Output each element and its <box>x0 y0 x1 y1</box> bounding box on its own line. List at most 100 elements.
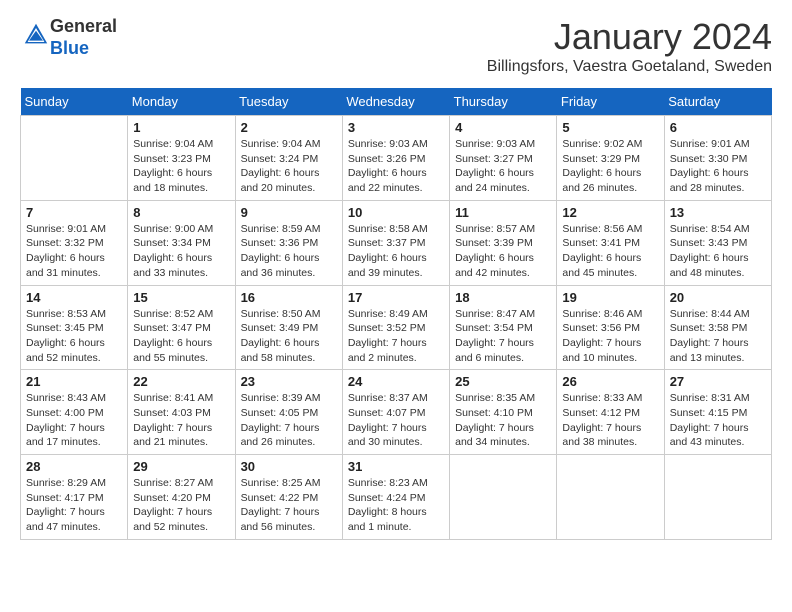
calendar-cell: 20Sunrise: 8:44 AMSunset: 3:58 PMDayligh… <box>664 285 771 370</box>
calendar-cell: 6Sunrise: 9:01 AMSunset: 3:30 PMDaylight… <box>664 116 771 201</box>
day-info: Sunrise: 8:41 AMSunset: 4:03 PMDaylight:… <box>133 391 229 450</box>
calendar-cell: 3 Sunrise: 9:03 AMSunset: 3:26 PMDaylight… <box>342 116 449 201</box>
day-info: Sunrise: 8:27 AMSunset: 4:20 PMDaylight:… <box>133 476 229 535</box>
day-info: Sunrise: 8:54 AMSunset: 3:43 PMDaylight:… <box>670 222 766 281</box>
day-info: Sunrise: 9:04 AMSunset: 3:23 PMDaylight:… <box>133 137 229 196</box>
calendar-cell: 4 Sunrise: 9:03 AMSunset: 3:27 PMDaylight… <box>450 116 557 201</box>
logo: General Blue <box>20 16 117 59</box>
month-title: January 2024 <box>487 16 772 58</box>
calendar-cell: 14 Sunrise: 8:53 AMSunset: 3:45 PMDayligh… <box>21 285 128 370</box>
day-number: 1 <box>133 120 229 135</box>
calendar-cell: 19 Sunrise: 8:46 AMSunset: 3:56 PMDayligh… <box>557 285 664 370</box>
calendar-cell: 21 Sunrise: 8:43 AMSunset: 4:00 PMDayligh… <box>21 370 128 455</box>
day-number: 4 <box>455 120 551 135</box>
day-info: Sunrise: 8:57 AMSunset: 3:39 PMDaylight:… <box>455 222 551 281</box>
day-number: 18 <box>455 290 551 305</box>
day-number: 29 <box>133 459 229 474</box>
day-number: 14 <box>26 290 122 305</box>
day-number: 28 <box>26 459 122 474</box>
day-info: Sunrise: 8:50 AMSunset: 3:49 PMDaylight:… <box>241 307 337 366</box>
calendar-cell: 16Sunrise: 8:50 AMSunset: 3:49 PMDayligh… <box>235 285 342 370</box>
day-number: 5 <box>562 120 658 135</box>
logo-icon <box>22 21 50 49</box>
calendar-cell: 13 Sunrise: 8:54 AMSunset: 3:43 PMDayligh… <box>664 200 771 285</box>
calendar-cell: 17Sunrise: 8:49 AMSunset: 3:52 PMDayligh… <box>342 285 449 370</box>
day-info: Sunrise: 8:58 AMSunset: 3:37 PMDaylight:… <box>348 222 444 281</box>
day-number: 12 <box>562 205 658 220</box>
day-info: Sunrise: 8:59 AMSunset: 3:36 PMDaylight:… <box>241 222 337 281</box>
day-number: 23 <box>241 374 337 389</box>
calendar-cell: 25Sunrise: 8:35 AMSunset: 4:10 PMDayligh… <box>450 370 557 455</box>
calendar-cell: 26 Sunrise: 8:33 AMSunset: 4:12 PMDayligh… <box>557 370 664 455</box>
day-number: 21 <box>26 374 122 389</box>
calendar-cell: 23 Sunrise: 8:39 AMSunset: 4:05 PMDayligh… <box>235 370 342 455</box>
day-number: 13 <box>670 205 766 220</box>
day-info: Sunrise: 8:43 AMSunset: 4:00 PMDaylight:… <box>26 391 122 450</box>
calendar-cell: 5 Sunrise: 9:02 AMSunset: 3:29 PMDaylight… <box>557 116 664 201</box>
day-info: Sunrise: 8:52 AMSunset: 3:47 PMDaylight:… <box>133 307 229 366</box>
calendar-cell: 7Sunrise: 9:01 AMSunset: 3:32 PMDaylight… <box>21 200 128 285</box>
day-info: Sunrise: 8:49 AMSunset: 3:52 PMDaylight:… <box>348 307 444 366</box>
day-header-friday: Friday <box>557 88 664 116</box>
calendar-cell: 28 Sunrise: 8:29 AMSunset: 4:17 PMDayligh… <box>21 455 128 540</box>
day-info: Sunrise: 8:46 AMSunset: 3:56 PMDaylight:… <box>562 307 658 366</box>
day-info: Sunrise: 8:23 AMSunset: 4:24 PMDaylight:… <box>348 476 444 535</box>
calendar-cell: 8 Sunrise: 9:00 AMSunset: 3:34 PMDaylight… <box>128 200 235 285</box>
day-info: Sunrise: 8:39 AMSunset: 4:05 PMDaylight:… <box>241 391 337 450</box>
day-header-tuesday: Tuesday <box>235 88 342 116</box>
day-number: 26 <box>562 374 658 389</box>
day-header-sunday: Sunday <box>21 88 128 116</box>
week-row-2: 7Sunrise: 9:01 AMSunset: 3:32 PMDaylight… <box>21 200 772 285</box>
day-number: 10 <box>348 205 444 220</box>
week-row-1: 1 Sunrise: 9:04 AMSunset: 3:23 PMDaylight… <box>21 116 772 201</box>
day-info: Sunrise: 9:01 AMSunset: 3:32 PMDaylight:… <box>26 222 122 281</box>
calendar-cell <box>450 455 557 540</box>
day-number: 8 <box>133 205 229 220</box>
calendar-cell: 18Sunrise: 8:47 AMSunset: 3:54 PMDayligh… <box>450 285 557 370</box>
calendar-cell: 9 Sunrise: 8:59 AMSunset: 3:36 PMDaylight… <box>235 200 342 285</box>
day-number: 24 <box>348 374 444 389</box>
day-info: Sunrise: 8:37 AMSunset: 4:07 PMDaylight:… <box>348 391 444 450</box>
calendar-cell: 12 Sunrise: 8:56 AMSunset: 3:41 PMDayligh… <box>557 200 664 285</box>
day-number: 6 <box>670 120 766 135</box>
calendar-cell: 27Sunrise: 8:31 AMSunset: 4:15 PMDayligh… <box>664 370 771 455</box>
day-info: Sunrise: 9:03 AMSunset: 3:26 PMDaylight:… <box>348 137 444 196</box>
calendar-body: 1 Sunrise: 9:04 AMSunset: 3:23 PMDaylight… <box>21 116 772 540</box>
calendar-cell: 10 Sunrise: 8:58 AMSunset: 3:37 PMDayligh… <box>342 200 449 285</box>
day-number: 15 <box>133 290 229 305</box>
day-number: 31 <box>348 459 444 474</box>
day-info: Sunrise: 9:00 AMSunset: 3:34 PMDaylight:… <box>133 222 229 281</box>
calendar-cell: 31 Sunrise: 8:23 AMSunset: 4:24 PMDayligh… <box>342 455 449 540</box>
day-info: Sunrise: 8:56 AMSunset: 3:41 PMDaylight:… <box>562 222 658 281</box>
day-number: 3 <box>348 120 444 135</box>
calendar-cell: 11 Sunrise: 8:57 AMSunset: 3:39 PMDayligh… <box>450 200 557 285</box>
calendar-cell: 29 Sunrise: 8:27 AMSunset: 4:20 PMDayligh… <box>128 455 235 540</box>
calendar-cell: 30Sunrise: 8:25 AMSunset: 4:22 PMDayligh… <box>235 455 342 540</box>
location-title: Billingsfors, Vaestra Goetaland, Sweden <box>487 58 772 76</box>
day-info: Sunrise: 8:33 AMSunset: 4:12 PMDaylight:… <box>562 391 658 450</box>
calendar-cell <box>21 116 128 201</box>
day-info: Sunrise: 9:03 AMSunset: 3:27 PMDaylight:… <box>455 137 551 196</box>
day-number: 2 <box>241 120 337 135</box>
calendar-cell: 24 Sunrise: 8:37 AMSunset: 4:07 PMDayligh… <box>342 370 449 455</box>
day-number: 9 <box>241 205 337 220</box>
calendar-header: SundayMondayTuesdayWednesdayThursdayFrid… <box>21 88 772 116</box>
day-info: Sunrise: 8:53 AMSunset: 3:45 PMDaylight:… <box>26 307 122 366</box>
title-block: January 2024 Billingsfors, Vaestra Goeta… <box>487 16 772 76</box>
week-row-4: 21 Sunrise: 8:43 AMSunset: 4:00 PMDayligh… <box>21 370 772 455</box>
calendar-cell <box>557 455 664 540</box>
day-header-saturday: Saturday <box>664 88 771 116</box>
day-info: Sunrise: 8:35 AMSunset: 4:10 PMDaylight:… <box>455 391 551 450</box>
day-number: 11 <box>455 205 551 220</box>
day-header-monday: Monday <box>128 88 235 116</box>
day-number: 19 <box>562 290 658 305</box>
logo-text: General Blue <box>50 16 117 59</box>
calendar-cell: 1 Sunrise: 9:04 AMSunset: 3:23 PMDaylight… <box>128 116 235 201</box>
calendar-cell: 2Sunrise: 9:04 AMSunset: 3:24 PMDaylight… <box>235 116 342 201</box>
day-number: 20 <box>670 290 766 305</box>
week-row-5: 28 Sunrise: 8:29 AMSunset: 4:17 PMDayligh… <box>21 455 772 540</box>
day-info: Sunrise: 8:25 AMSunset: 4:22 PMDaylight:… <box>241 476 337 535</box>
day-info: Sunrise: 8:29 AMSunset: 4:17 PMDaylight:… <box>26 476 122 535</box>
day-info: Sunrise: 9:02 AMSunset: 3:29 PMDaylight:… <box>562 137 658 196</box>
day-header-wednesday: Wednesday <box>342 88 449 116</box>
